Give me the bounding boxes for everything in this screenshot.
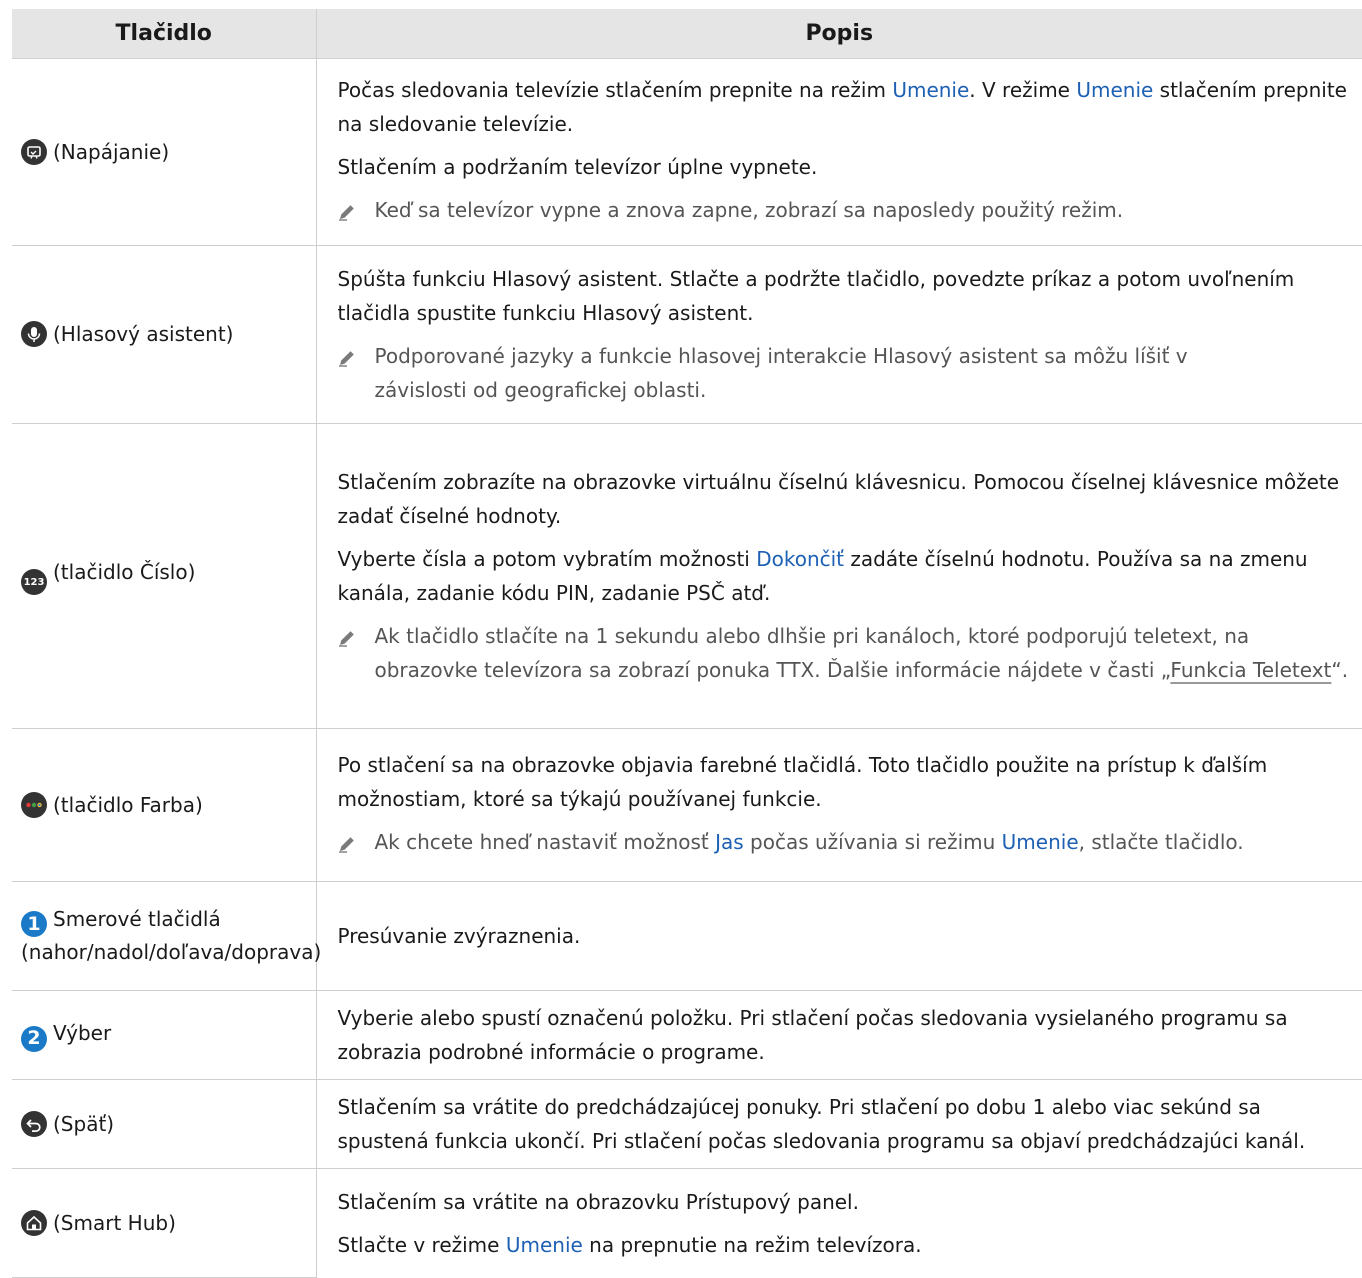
description-cell: Vyberie alebo spustí označenú položku. P… (315, 990, 1362, 1080)
button-label: (tlačidlo Farba) (53, 792, 203, 817)
number-123-icon: 123 (21, 569, 47, 596)
umenie-link: Umenie (1076, 78, 1154, 102)
description-cell: Presúvanie zvýraznenia. (315, 881, 1362, 991)
button-cell: (Hlasový asistent) (12, 245, 316, 424)
description-cell: Počas sledovania televízie stlačením pre… (315, 58, 1362, 246)
table-row: 1 Smerové tlačidlá (nahor/nadol/doľava/do… (12, 881, 1362, 991)
description-text: Stlačením zobrazíte na obrazovke virtuál… (337, 470, 1340, 528)
button-cell: (Smart Hub) (12, 1168, 316, 1278)
description-text: Počas sledovania televízie stlačením pre… (337, 78, 1347, 136)
description-text: Po stlačení sa na obrazovke objavia fare… (337, 752, 1268, 811)
button-cell: 1 Smerové tlačidlá (nahor/nadol/doľava/do… (12, 881, 321, 991)
umenie-link: Umenie (1001, 829, 1079, 854)
note: Podporované jazyky a funkcie hlasovej in… (338, 339, 1355, 407)
pencil-note-icon (338, 825, 375, 863)
pencil-note-icon (338, 619, 375, 657)
note: Keď sa televízor vypne a znova zapne, zo… (338, 193, 1355, 231)
description-cell: Spúšta funkciu Hlasový asistent. Stlačte… (315, 245, 1362, 424)
button-label: (Smart Hub) (53, 1210, 176, 1235)
table-row: 2 Výber Vyberie alebo spustí označenú pol… (12, 990, 1362, 1080)
home-icon (21, 1209, 47, 1236)
note-text: Ak chcete hneď nastaviť možnosť Jas poča… (374, 829, 1244, 854)
description-text: Presúvanie zvýraznenia. (337, 924, 581, 948)
button-label: Smerové tlačidlá (nahor/nadol/doľava/dop… (21, 906, 322, 965)
description-text: Vyberte čísla a potom vybratím možnosti … (337, 547, 1308, 605)
umenie-link: Umenie (505, 1232, 583, 1257)
button-cell: (Napájanie) (12, 58, 316, 246)
pencil-note-icon (338, 339, 375, 377)
tv-art-power-icon (21, 138, 47, 165)
header-button: Tlačidlo (12, 9, 316, 59)
note: Ak tlačidlo stlačíte na 1 sekundu alebo … (338, 619, 1355, 687)
button-label: Výber (53, 1021, 112, 1046)
back-icon (21, 1110, 47, 1137)
description-text: Stlačením sa vrátite na obrazovku Prístu… (337, 1189, 859, 1214)
table-row: (Napájanie) Počas sledovania televízie s… (12, 58, 1362, 246)
note-text: Keď sa televízor vypne a znova zapne, zo… (374, 198, 1124, 222)
description-text: Stlačte v režime Umenie na prepnutie na … (337, 1232, 922, 1257)
dokoncit-link: Dokončiť (756, 547, 845, 571)
table-row: (Smart Hub) Stlačením sa vrátite na obra… (12, 1168, 1362, 1278)
description-cell: Po stlačení sa na obrazovke objavia fare… (315, 728, 1362, 882)
table-row: (Späť) Stlačením sa vrátite do predchádz… (12, 1079, 1362, 1169)
funkcia-teletext-link[interactable]: Funkcia Teletext (1170, 658, 1331, 682)
callout-number-1: 1 (21, 911, 47, 938)
description-cell: Stlačením sa vrátite do predchádzajúcej … (315, 1079, 1362, 1169)
button-label: (Späť) (53, 1111, 115, 1136)
button-label: (tlačidlo Číslo) (53, 559, 196, 584)
note-text: Podporované jazyky a funkcie hlasovej in… (374, 344, 1188, 402)
button-cell: (Späť) (12, 1079, 316, 1169)
note-text: Ak tlačidlo stlačíte na 1 sekundu alebo … (374, 624, 1349, 682)
table-row: (Hlasový asistent) Spúšta funkciu Hlasov… (12, 245, 1362, 424)
color-button-icon (21, 791, 47, 818)
description-text: Stlačením sa vrátite do predchádzajúcej … (337, 1095, 1306, 1153)
description-text: Spúšta funkciu Hlasový asistent. Stlačte… (337, 267, 1295, 325)
umenie-link: Umenie (892, 78, 970, 102)
button-cell: 2 Výber (12, 990, 316, 1080)
callout-number-2: 2 (21, 1025, 47, 1052)
jas-link: Jas (715, 829, 744, 854)
table-row: 123 (tlačidlo Číslo) Stlačením zobrazíte … (12, 423, 1362, 729)
pencil-note-icon (338, 193, 375, 231)
button-cell: (tlačidlo Farba) (12, 728, 316, 882)
description-cell: Stlačením sa vrátite na obrazovku Prístu… (315, 1168, 1362, 1278)
microphone-icon (21, 321, 47, 347)
description-cell: Stlačením zobrazíte na obrazovke virtuál… (315, 423, 1362, 729)
table-header-row: Tlačidlo Popis (12, 9, 1362, 59)
button-label: (Hlasový asistent) (53, 322, 234, 346)
note: Ak chcete hneď nastaviť možnosť Jas poča… (338, 825, 1355, 863)
description-text: Vyberie alebo spustí označenú položku. P… (337, 1006, 1288, 1064)
remote-buttons-table: Tlačidlo Popis (Napájanie) Počas sledova… (12, 9, 1362, 1278)
description-text: Stlačením a podržaním televízor úplne vy… (337, 155, 818, 179)
table-row: (tlačidlo Farba) Po stlačení sa na obraz… (12, 728, 1362, 882)
header-description: Popis (315, 9, 1362, 59)
button-cell: 123 (tlačidlo Číslo) (12, 423, 316, 729)
button-label: (Napájanie) (53, 139, 170, 164)
